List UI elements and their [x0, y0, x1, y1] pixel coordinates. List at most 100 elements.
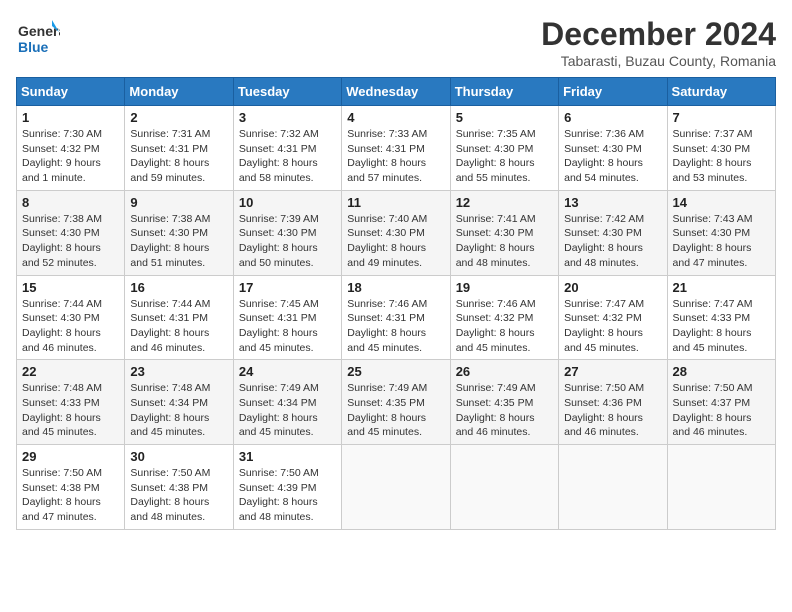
day-number: 23	[130, 364, 227, 379]
day-info: Sunrise: 7:50 AM Sunset: 4:36 PM Dayligh…	[564, 381, 661, 440]
day-number: 8	[22, 195, 119, 210]
day-info: Sunrise: 7:47 AM Sunset: 4:32 PM Dayligh…	[564, 297, 661, 356]
calendar-cell: 27 Sunrise: 7:50 AM Sunset: 4:36 PM Dayl…	[559, 360, 667, 445]
day-info: Sunrise: 7:39 AM Sunset: 4:30 PM Dayligh…	[239, 212, 336, 271]
day-info: Sunrise: 7:41 AM Sunset: 4:30 PM Dayligh…	[456, 212, 553, 271]
calendar-cell: 11 Sunrise: 7:40 AM Sunset: 4:30 PM Dayl…	[342, 190, 450, 275]
day-info: Sunrise: 7:50 AM Sunset: 4:37 PM Dayligh…	[673, 381, 770, 440]
day-number: 17	[239, 280, 336, 295]
calendar-cell: 1 Sunrise: 7:30 AM Sunset: 4:32 PM Dayli…	[17, 106, 125, 191]
calendar-cell: 25 Sunrise: 7:49 AM Sunset: 4:35 PM Dayl…	[342, 360, 450, 445]
weekday-header-row: SundayMondayTuesdayWednesdayThursdayFrid…	[17, 78, 776, 106]
title-area: December 2024 Tabarasti, Buzau County, R…	[541, 16, 776, 69]
calendar-cell: 16 Sunrise: 7:44 AM Sunset: 4:31 PM Dayl…	[125, 275, 233, 360]
calendar-week-row: 22 Sunrise: 7:48 AM Sunset: 4:33 PM Dayl…	[17, 360, 776, 445]
calendar-cell: 2 Sunrise: 7:31 AM Sunset: 4:31 PM Dayli…	[125, 106, 233, 191]
day-number: 26	[456, 364, 553, 379]
day-info: Sunrise: 7:47 AM Sunset: 4:33 PM Dayligh…	[673, 297, 770, 356]
day-number: 19	[456, 280, 553, 295]
logo-svg: General Blue	[16, 16, 60, 60]
calendar-cell: 29 Sunrise: 7:50 AM Sunset: 4:38 PM Dayl…	[17, 445, 125, 530]
calendar-cell: 20 Sunrise: 7:47 AM Sunset: 4:32 PM Dayl…	[559, 275, 667, 360]
weekday-header: Thursday	[450, 78, 558, 106]
logo: General Blue	[16, 16, 60, 60]
weekday-header: Monday	[125, 78, 233, 106]
day-number: 24	[239, 364, 336, 379]
day-number: 7	[673, 110, 770, 125]
day-number: 13	[564, 195, 661, 210]
day-number: 29	[22, 449, 119, 464]
day-number: 14	[673, 195, 770, 210]
calendar-cell: 30 Sunrise: 7:50 AM Sunset: 4:38 PM Dayl…	[125, 445, 233, 530]
calendar-cell: 21 Sunrise: 7:47 AM Sunset: 4:33 PM Dayl…	[667, 275, 775, 360]
calendar-cell: 10 Sunrise: 7:39 AM Sunset: 4:30 PM Dayl…	[233, 190, 341, 275]
month-title: December 2024	[541, 16, 776, 53]
day-number: 21	[673, 280, 770, 295]
day-number: 27	[564, 364, 661, 379]
day-info: Sunrise: 7:46 AM Sunset: 4:32 PM Dayligh…	[456, 297, 553, 356]
day-info: Sunrise: 7:46 AM Sunset: 4:31 PM Dayligh…	[347, 297, 444, 356]
calendar-cell: 22 Sunrise: 7:48 AM Sunset: 4:33 PM Dayl…	[17, 360, 125, 445]
day-info: Sunrise: 7:40 AM Sunset: 4:30 PM Dayligh…	[347, 212, 444, 271]
day-info: Sunrise: 7:45 AM Sunset: 4:31 PM Dayligh…	[239, 297, 336, 356]
day-info: Sunrise: 7:43 AM Sunset: 4:30 PM Dayligh…	[673, 212, 770, 271]
day-number: 15	[22, 280, 119, 295]
day-info: Sunrise: 7:32 AM Sunset: 4:31 PM Dayligh…	[239, 127, 336, 186]
day-number: 12	[456, 195, 553, 210]
calendar-cell: 5 Sunrise: 7:35 AM Sunset: 4:30 PM Dayli…	[450, 106, 558, 191]
svg-text:Blue: Blue	[18, 39, 49, 55]
calendar-cell: 7 Sunrise: 7:37 AM Sunset: 4:30 PM Dayli…	[667, 106, 775, 191]
calendar-cell: 18 Sunrise: 7:46 AM Sunset: 4:31 PM Dayl…	[342, 275, 450, 360]
day-info: Sunrise: 7:31 AM Sunset: 4:31 PM Dayligh…	[130, 127, 227, 186]
day-info: Sunrise: 7:42 AM Sunset: 4:30 PM Dayligh…	[564, 212, 661, 271]
day-info: Sunrise: 7:48 AM Sunset: 4:34 PM Dayligh…	[130, 381, 227, 440]
calendar-cell: 17 Sunrise: 7:45 AM Sunset: 4:31 PM Dayl…	[233, 275, 341, 360]
day-info: Sunrise: 7:50 AM Sunset: 4:38 PM Dayligh…	[130, 466, 227, 525]
calendar-cell: 14 Sunrise: 7:43 AM Sunset: 4:30 PM Dayl…	[667, 190, 775, 275]
day-info: Sunrise: 7:49 AM Sunset: 4:35 PM Dayligh…	[456, 381, 553, 440]
day-number: 3	[239, 110, 336, 125]
calendar-cell	[667, 445, 775, 530]
day-number: 10	[239, 195, 336, 210]
day-info: Sunrise: 7:38 AM Sunset: 4:30 PM Dayligh…	[130, 212, 227, 271]
calendar-cell: 19 Sunrise: 7:46 AM Sunset: 4:32 PM Dayl…	[450, 275, 558, 360]
calendar-cell: 31 Sunrise: 7:50 AM Sunset: 4:39 PM Dayl…	[233, 445, 341, 530]
calendar-cell	[450, 445, 558, 530]
calendar-week-row: 29 Sunrise: 7:50 AM Sunset: 4:38 PM Dayl…	[17, 445, 776, 530]
day-info: Sunrise: 7:33 AM Sunset: 4:31 PM Dayligh…	[347, 127, 444, 186]
calendar-week-row: 1 Sunrise: 7:30 AM Sunset: 4:32 PM Dayli…	[17, 106, 776, 191]
weekday-header: Saturday	[667, 78, 775, 106]
weekday-header: Friday	[559, 78, 667, 106]
day-number: 22	[22, 364, 119, 379]
calendar-cell: 24 Sunrise: 7:49 AM Sunset: 4:34 PM Dayl…	[233, 360, 341, 445]
day-number: 2	[130, 110, 227, 125]
day-info: Sunrise: 7:44 AM Sunset: 4:31 PM Dayligh…	[130, 297, 227, 356]
day-number: 30	[130, 449, 227, 464]
day-number: 6	[564, 110, 661, 125]
day-info: Sunrise: 7:35 AM Sunset: 4:30 PM Dayligh…	[456, 127, 553, 186]
day-number: 11	[347, 195, 444, 210]
calendar-cell: 9 Sunrise: 7:38 AM Sunset: 4:30 PM Dayli…	[125, 190, 233, 275]
calendar-cell	[342, 445, 450, 530]
day-number: 31	[239, 449, 336, 464]
weekday-header: Wednesday	[342, 78, 450, 106]
day-number: 18	[347, 280, 444, 295]
calendar-cell: 13 Sunrise: 7:42 AM Sunset: 4:30 PM Dayl…	[559, 190, 667, 275]
calendar-week-row: 15 Sunrise: 7:44 AM Sunset: 4:30 PM Dayl…	[17, 275, 776, 360]
calendar-cell: 3 Sunrise: 7:32 AM Sunset: 4:31 PM Dayli…	[233, 106, 341, 191]
day-info: Sunrise: 7:44 AM Sunset: 4:30 PM Dayligh…	[22, 297, 119, 356]
day-number: 4	[347, 110, 444, 125]
day-info: Sunrise: 7:50 AM Sunset: 4:39 PM Dayligh…	[239, 466, 336, 525]
day-number: 28	[673, 364, 770, 379]
day-number: 5	[456, 110, 553, 125]
day-info: Sunrise: 7:49 AM Sunset: 4:34 PM Dayligh…	[239, 381, 336, 440]
day-info: Sunrise: 7:36 AM Sunset: 4:30 PM Dayligh…	[564, 127, 661, 186]
weekday-header: Tuesday	[233, 78, 341, 106]
subtitle: Tabarasti, Buzau County, Romania	[541, 53, 776, 69]
calendar-cell: 12 Sunrise: 7:41 AM Sunset: 4:30 PM Dayl…	[450, 190, 558, 275]
calendar-cell: 28 Sunrise: 7:50 AM Sunset: 4:37 PM Dayl…	[667, 360, 775, 445]
day-number: 1	[22, 110, 119, 125]
day-number: 9	[130, 195, 227, 210]
day-info: Sunrise: 7:48 AM Sunset: 4:33 PM Dayligh…	[22, 381, 119, 440]
calendar-cell: 15 Sunrise: 7:44 AM Sunset: 4:30 PM Dayl…	[17, 275, 125, 360]
